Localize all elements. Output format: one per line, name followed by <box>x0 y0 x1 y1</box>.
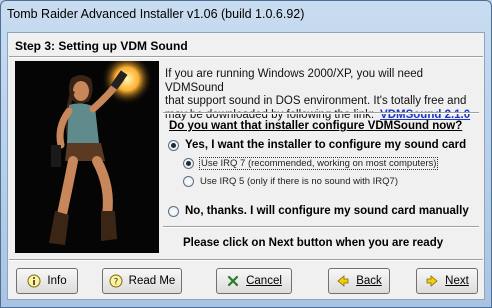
vdmsound-download-link[interactable]: VDMSound 2.1.0 <box>380 109 470 121</box>
installer-panel: Step 3: Setting up VDM Sound If you are … <box>7 32 485 300</box>
description-line: that support sound in DOS environment. I… <box>165 95 467 107</box>
next-arrow-icon <box>425 274 439 288</box>
radio-no-label: No, thanks. I will configure my sound ca… <box>185 205 469 217</box>
header-divider <box>9 56 483 58</box>
cancel-button[interactable]: Cancel <box>216 268 292 294</box>
character-art <box>15 61 159 253</box>
info-icon <box>27 274 41 288</box>
radio-button-selected-icon[interactable] <box>168 139 179 151</box>
readme-button-label: Read Me <box>128 275 176 287</box>
footer-divider <box>9 259 483 261</box>
configure-question: Do you want that installer configure VDM… <box>169 120 463 132</box>
description-line: If you are running Windows 2000/XP, you … <box>165 68 424 94</box>
radio-irq7[interactable]: Use IRQ 7 (recommended, working on most … <box>183 157 439 170</box>
cancel-icon <box>226 274 240 288</box>
back-button[interactable]: Back <box>328 268 390 294</box>
hint-divider <box>163 226 479 228</box>
radio-button-icon[interactable] <box>183 176 194 187</box>
radio-irq5[interactable]: Use IRQ 5 (only if there is no sound wit… <box>183 176 398 187</box>
radio-irq5-label: Use IRQ 5 (only if there is no sound wit… <box>200 176 398 187</box>
step-title: Step 3: Setting up VDM Sound <box>15 39 188 53</box>
cancel-button-label: Cancel <box>246 275 282 287</box>
radio-no-manual[interactable]: No, thanks. I will configure my sound ca… <box>168 205 469 217</box>
next-button-label: Next <box>445 275 469 287</box>
next-hint: Please click on Next button when you are… <box>183 237 444 249</box>
radio-irq7-label: Use IRQ 7 (recommended, working on most … <box>198 157 439 170</box>
next-button[interactable]: Next <box>416 268 478 294</box>
installer-window: Tomb Raider Advanced Installer v1.06 (bu… <box>0 0 492 308</box>
back-arrow-icon <box>336 274 350 288</box>
description-line-text: may be downloaded by following the link: <box>165 108 375 121</box>
readme-button[interactable]: ? Read Me <box>102 268 182 294</box>
section-divider <box>163 112 479 114</box>
title-bar[interactable]: Tomb Raider Advanced Installer v1.06 (bu… <box>1 1 491 29</box>
window-title: Tomb Raider Advanced Installer v1.06 (bu… <box>7 7 305 21</box>
radio-button-selected-icon[interactable] <box>183 158 194 169</box>
info-button[interactable]: Info <box>16 268 78 294</box>
info-button-label: Info <box>47 275 67 287</box>
back-button-label: Back <box>356 275 382 287</box>
question-icon: ? <box>109 274 123 288</box>
svg-text:?: ? <box>113 278 118 288</box>
radio-yes-label: Yes, I want the installer to configure m… <box>185 139 467 151</box>
lara-croft-illustration <box>15 61 159 253</box>
radio-yes-configure[interactable]: Yes, I want the installer to configure m… <box>168 139 466 151</box>
radio-button-icon[interactable] <box>168 205 179 217</box>
